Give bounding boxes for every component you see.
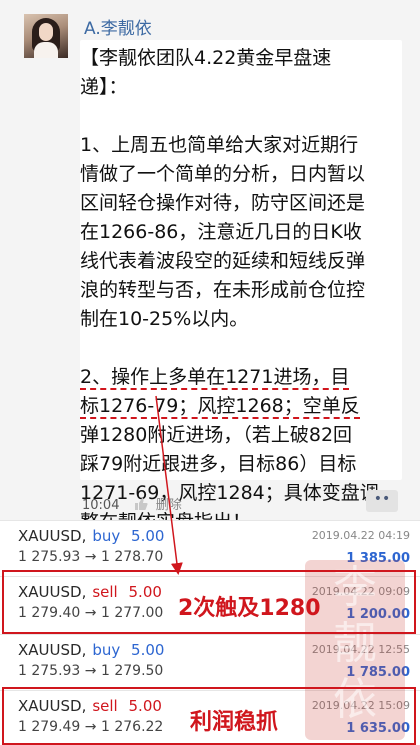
annotation-touch-1280: 2次触及1280	[178, 596, 321, 621]
annotation-profit-locked: 利润稳抓	[190, 710, 279, 735]
